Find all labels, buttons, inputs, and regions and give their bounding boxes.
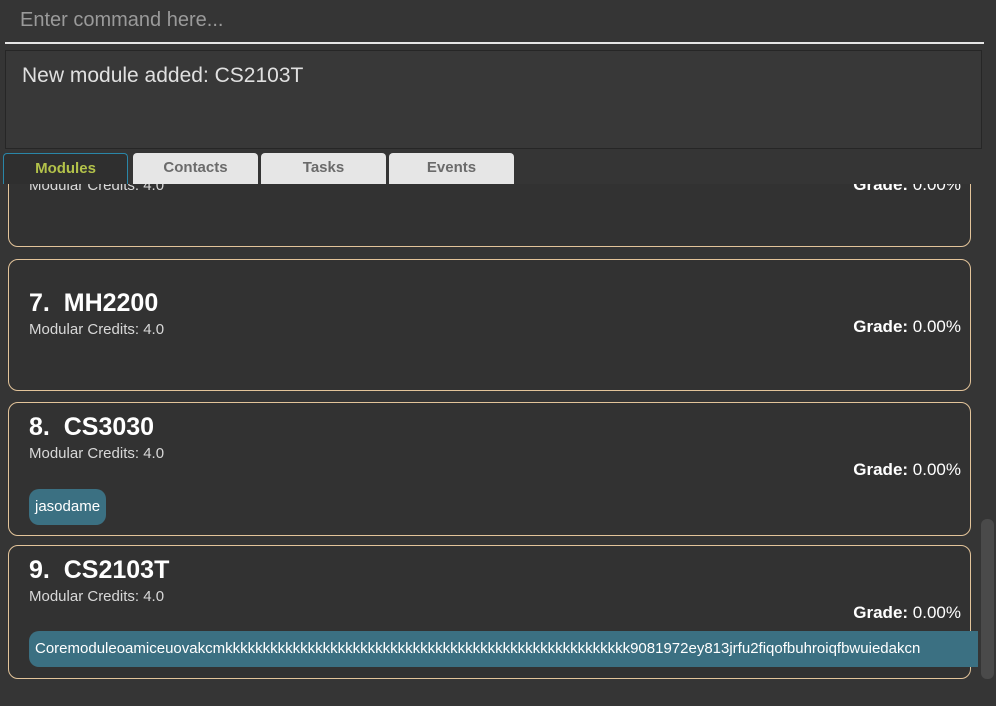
module-card[interactable]: Modular Credits: 4.0 Grade: 0.00% [8,184,971,247]
module-credits: Modular Credits: 4.0 [29,184,165,194]
tab-events[interactable]: Events [389,153,514,184]
grade-value: 0.00% [912,603,961,622]
grade-label: Grade: [853,184,913,194]
grade-value: 0.00% [912,317,961,336]
tab-modules[interactable]: Modules [3,153,128,184]
module-grade: Grade: 0.00% [853,603,961,623]
result-display: New module added: CS2103T [5,50,982,149]
module-list[interactable]: Modular Credits: 4.0 Grade: 0.00% 7. MH2… [0,184,996,706]
scrollbar-thumb[interactable] [981,519,994,679]
module-credits: Modular Credits: 4.0 [29,445,165,462]
module-credits: Modular Credits: 4.0 [29,588,165,605]
module-credits: Modular Credits: 4.0 [29,321,165,338]
module-tag: jasodame [29,489,107,525]
grade-label: Grade: [853,317,913,336]
command-box [5,0,984,44]
module-title: 7. MH2200 [29,289,159,317]
module-tag: Coremoduleoamiceuovakcmkkkkkkkkkkkkkkkkk… [29,631,978,667]
grade-value: 0.00% [912,460,961,479]
tab-contacts[interactable]: Contacts [133,153,258,184]
grade-label: Grade: [853,603,913,622]
result-message: New module added: CS2103T [22,64,304,87]
module-grade: Grade: 0.00% [853,184,961,195]
module-title: 9. CS2103T [29,556,170,584]
app-window: New module added: CS2103T Modules Contac… [0,0,996,706]
grade-value: 0.00% [912,184,961,194]
module-title: 8. CS3030 [29,413,155,441]
module-grade: Grade: 0.00% [853,317,961,337]
module-card[interactable]: 9. CS2103T Modular Credits: 4.0 Grade: 0… [8,545,978,679]
tab-tasks[interactable]: Tasks [261,153,386,184]
module-grade: Grade: 0.00% [853,460,961,480]
module-card[interactable]: 7. MH2200 Modular Credits: 4.0 Grade: 0.… [8,259,971,391]
command-input[interactable] [5,0,984,40]
tab-bar: Modules Contacts Tasks Events [0,150,996,184]
module-card[interactable]: 8. CS3030 Modular Credits: 4.0 Grade: 0.… [8,402,971,536]
grade-label: Grade: [853,460,913,479]
